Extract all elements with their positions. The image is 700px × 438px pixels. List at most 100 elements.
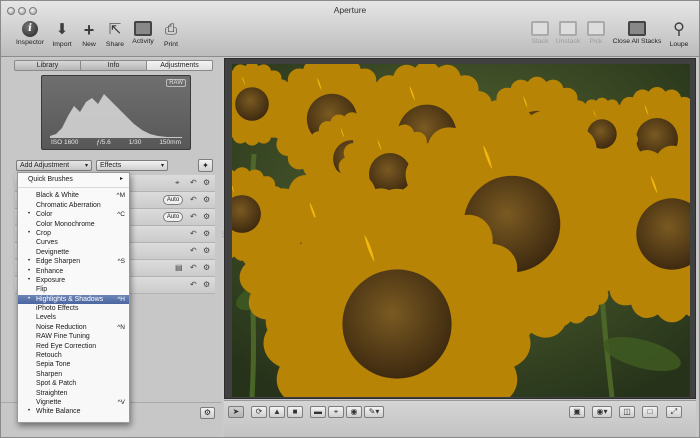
tab-info[interactable]: Info <box>81 61 147 70</box>
auto-button[interactable]: Auto <box>163 195 183 205</box>
menu-item[interactable]: Straighten <box>18 389 129 398</box>
menu-item[interactable]: • Enhance <box>18 267 129 276</box>
menu-item[interactable]: Noise Reduction ^N <box>18 323 129 332</box>
crop-icon[interactable]: ⌖ <box>175 178 180 188</box>
split-view-button[interactable]: ◫ <box>619 406 635 418</box>
menu-item[interactable]: Red Eye Correction <box>18 342 129 351</box>
reset-icon[interactable]: ↶ <box>190 280 197 289</box>
import-button[interactable]: ⬇ Import <box>48 21 76 48</box>
close-all-stacks-button[interactable]: Close All Stacks <box>610 21 664 45</box>
crop-icon: ⌖ <box>333 407 339 416</box>
unstack-button[interactable]: Unstack <box>554 21 582 45</box>
gear-icon[interactable]: ⚙ <box>203 229 210 238</box>
tab-adjustments[interactable]: Adjustments <box>147 61 212 70</box>
menu-item-shortcut: ^C <box>117 211 125 219</box>
menu-item-label: Crop <box>36 229 51 237</box>
menu-item[interactable]: Sharpen <box>18 370 129 379</box>
add-adjustment-popup[interactable]: Add Adjustment ▾ <box>16 160 92 171</box>
rotate-tool-button[interactable]: ⟳ <box>251 406 267 418</box>
menu-item[interactable]: Chromatic Aberration <box>18 201 129 210</box>
reset-icon[interactable]: ↶ <box>190 246 197 255</box>
unstack-icon <box>559 21 577 36</box>
menu-item[interactable]: Sepia Tone <box>18 360 129 369</box>
menu-item[interactable]: Retouch <box>18 351 129 360</box>
menu-item[interactable]: Levels <box>18 313 129 322</box>
gear-icon[interactable]: ⚙ <box>203 178 210 187</box>
new-label: New <box>82 41 96 48</box>
menu-item[interactable]: • White Balance <box>18 407 129 416</box>
gear-icon[interactable]: ⚙ <box>203 246 210 255</box>
crop-tool-button[interactable]: ⌖ <box>328 406 344 418</box>
menu-item[interactable]: Color Monochrome <box>18 220 129 229</box>
tab-library[interactable]: Library <box>15 61 81 70</box>
menu-item[interactable]: • Crop <box>18 229 129 238</box>
viewer-mode-button[interactable]: ▣ <box>569 406 585 418</box>
reset-icon[interactable]: ↶ <box>190 212 197 221</box>
split-view-icon: ◫ <box>623 407 631 416</box>
stamp-tool-button[interactable]: ▲ <box>269 406 285 418</box>
full-screen-icon: ⤢ <box>670 407 678 416</box>
brush-tool-button[interactable]: ✎▾ <box>364 406 384 418</box>
menu-item[interactable]: Curves <box>18 238 129 247</box>
gear-icon[interactable]: ⚙ <box>203 195 210 204</box>
menu-item-label: Color Monochrome <box>36 220 95 228</box>
gear-icon[interactable]: ⚙ <box>203 263 210 272</box>
eye-icon: ◉ <box>350 407 358 416</box>
menu-item[interactable]: • Edge Sharpen ^S <box>18 257 129 266</box>
single-view-button[interactable]: □ <box>642 406 658 418</box>
menu-item[interactable]: Quick Brushes ▸ <box>18 175 129 184</box>
menu-item[interactable]: • Highlights & Shadows ^H <box>18 294 129 305</box>
menu-item-label: Highlights & Shadows <box>36 295 104 303</box>
menu-item-label: Quick Brushes <box>28 176 73 183</box>
loupe-icon: ⚲ <box>673 21 685 38</box>
menu-item-label: Enhance <box>36 267 64 275</box>
menu-item[interactable]: Vignette ^V <box>18 398 129 407</box>
stack-button[interactable]: Stack <box>527 21 553 45</box>
inspector-button[interactable]: i Inspector <box>13 21 47 46</box>
pick-button[interactable]: Pick <box>585 21 607 45</box>
gear-button[interactable]: ⚙ <box>200 407 215 419</box>
print-button[interactable]: ⎙ Print <box>159 21 183 48</box>
menu-item-label: iPhoto Effects <box>36 305 79 313</box>
red-eye-tool-button[interactable]: ◉ <box>346 406 362 418</box>
menu-item[interactable]: • Color ^C <box>18 210 129 219</box>
menu-item[interactable]: Black & White ^M <box>18 191 129 200</box>
menu-item[interactable]: iPhoto Effects <box>18 304 129 313</box>
lift-tool-button[interactable]: ■ <box>287 406 303 418</box>
auto-enhance-button[interactable]: ✦ <box>198 159 213 172</box>
effects-popup[interactable]: Effects ▾ <box>96 160 168 171</box>
reset-icon[interactable]: ↶ <box>190 178 197 187</box>
gear-icon[interactable]: ⚙ <box>203 280 210 289</box>
menu-item-label: Color <box>36 211 53 219</box>
menu-item[interactable]: Spot & Patch <box>18 379 129 388</box>
menu-item[interactable]: RAW Fine Tuning <box>18 332 129 341</box>
brush-icon[interactable]: ▤ <box>175 263 183 272</box>
sunflower-photo[interactable] <box>232 64 690 397</box>
menu-item-label: Straighten <box>36 389 68 397</box>
straighten-tool-button[interactable]: ▬ <box>310 406 326 418</box>
menu-item[interactable]: • Exposure <box>18 276 129 285</box>
title-toolbar: Aperture i Inspector ⬇ Import + New ⇱ Sh… <box>1 1 699 57</box>
activity-button[interactable]: Activity <box>129 21 157 45</box>
reset-icon[interactable]: ↶ <box>190 263 197 272</box>
auto-button[interactable]: Auto <box>163 212 183 222</box>
menu-item[interactable]: Flip <box>18 285 129 294</box>
loupe-button[interactable]: ⚲ Loupe <box>665 21 693 48</box>
import-arrow-icon: ⬇ <box>55 21 69 38</box>
view-options-button[interactable]: ◉▾ <box>592 406 612 418</box>
menu-item-label: Retouch <box>36 352 62 360</box>
reset-icon[interactable]: ↶ <box>190 229 197 238</box>
menu-item-label: Curves <box>36 239 58 247</box>
reset-icon[interactable]: ↶ <box>190 195 197 204</box>
gear-icon[interactable]: ⚙ <box>203 212 210 221</box>
sunflower-field-image <box>232 64 690 397</box>
menu-item[interactable]: Devignette <box>18 248 129 257</box>
new-button[interactable]: + New <box>78 21 100 48</box>
menu-item-shortcut: ^S <box>117 258 125 266</box>
panel-splitter-handle[interactable]: ⋮ <box>220 231 226 243</box>
select-tool-button[interactable]: ➤ <box>228 406 244 418</box>
menu-separator <box>18 184 129 189</box>
raw-badge: RAW <box>166 79 186 87</box>
share-button[interactable]: ⇱ Share <box>103 21 127 48</box>
full-screen-button[interactable]: ⤢ <box>666 406 682 418</box>
